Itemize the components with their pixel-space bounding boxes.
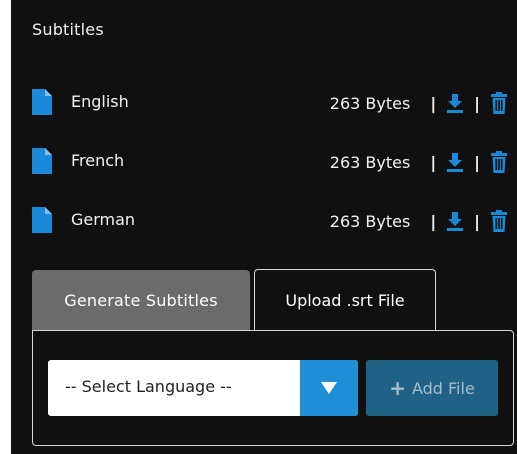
subtitle-row: English 263 Bytes | | — [32, 89, 512, 119]
download-icon[interactable] — [446, 92, 464, 114]
separator: | — [430, 211, 437, 231]
separator: | — [430, 93, 437, 113]
subtitle-meta: 263 Bytes | | — [330, 208, 508, 234]
file-icon — [32, 148, 52, 174]
subtitles-panel: Subtitles English 263 Bytes | | French 2… — [11, 0, 517, 454]
language-select[interactable]: -- Select Language -- — [48, 360, 358, 416]
file-icon — [32, 89, 52, 115]
file-size: 263 Bytes — [329, 152, 411, 172]
tab-generate-subtitles[interactable]: Generate Subtitles — [32, 270, 250, 330]
panel-title: Subtitles — [32, 20, 104, 39]
add-file-button[interactable]: + Add File — [366, 360, 498, 416]
subtitle-row: French 263 Bytes | | — [32, 148, 512, 178]
add-file-label: Add File — [411, 378, 475, 398]
separator: | — [474, 152, 480, 172]
file-size: 263 Bytes — [329, 211, 411, 231]
dropdown-toggle[interactable] — [300, 360, 358, 416]
trash-icon[interactable] — [490, 151, 508, 173]
download-icon[interactable] — [446, 210, 464, 232]
trash-icon[interactable] — [490, 210, 508, 232]
trash-icon[interactable] — [490, 92, 508, 114]
separator: | — [430, 152, 437, 172]
subtitle-row: German 263 Bytes | | — [32, 207, 512, 237]
caret-down-icon — [321, 382, 337, 394]
download-icon[interactable] — [446, 151, 464, 173]
file-icon — [32, 207, 52, 233]
separator: | — [474, 93, 480, 113]
separator: | — [474, 211, 480, 231]
plus-icon: + — [389, 376, 406, 400]
subtitle-meta: 263 Bytes | | — [330, 90, 508, 116]
tab-panel: -- Select Language -- + Add File — [32, 330, 514, 446]
subtitle-language: French — [71, 151, 125, 170]
tab-upload-srt[interactable]: Upload .srt File — [254, 269, 436, 330]
select-value: -- Select Language -- — [65, 377, 232, 396]
file-size: 263 Bytes — [329, 93, 411, 113]
subtitle-language: German — [71, 210, 136, 229]
subtitle-meta: 263 Bytes | | — [330, 149, 508, 175]
subtitle-language: English — [71, 92, 129, 111]
